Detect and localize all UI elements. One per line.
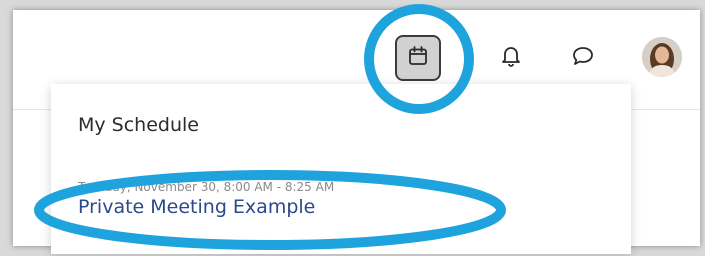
calendar-button[interactable]	[395, 35, 441, 81]
schedule-dropdown: My Schedule Tuesday, November 30, 8:00 A…	[51, 84, 631, 254]
event-datetime: Tuesday, November 30, 8:00 AM - 8:25 AM	[78, 180, 335, 194]
calendar-icon	[407, 45, 429, 71]
bell-icon	[500, 44, 522, 72]
avatar[interactable]	[642, 37, 682, 77]
schedule-title: My Schedule	[78, 114, 199, 136]
notifications-button[interactable]	[497, 44, 525, 72]
messages-button[interactable]	[569, 44, 597, 72]
event-link[interactable]: Private Meeting Example	[78, 196, 315, 218]
chat-bubble-icon	[571, 45, 595, 71]
profile-photo	[642, 37, 682, 77]
